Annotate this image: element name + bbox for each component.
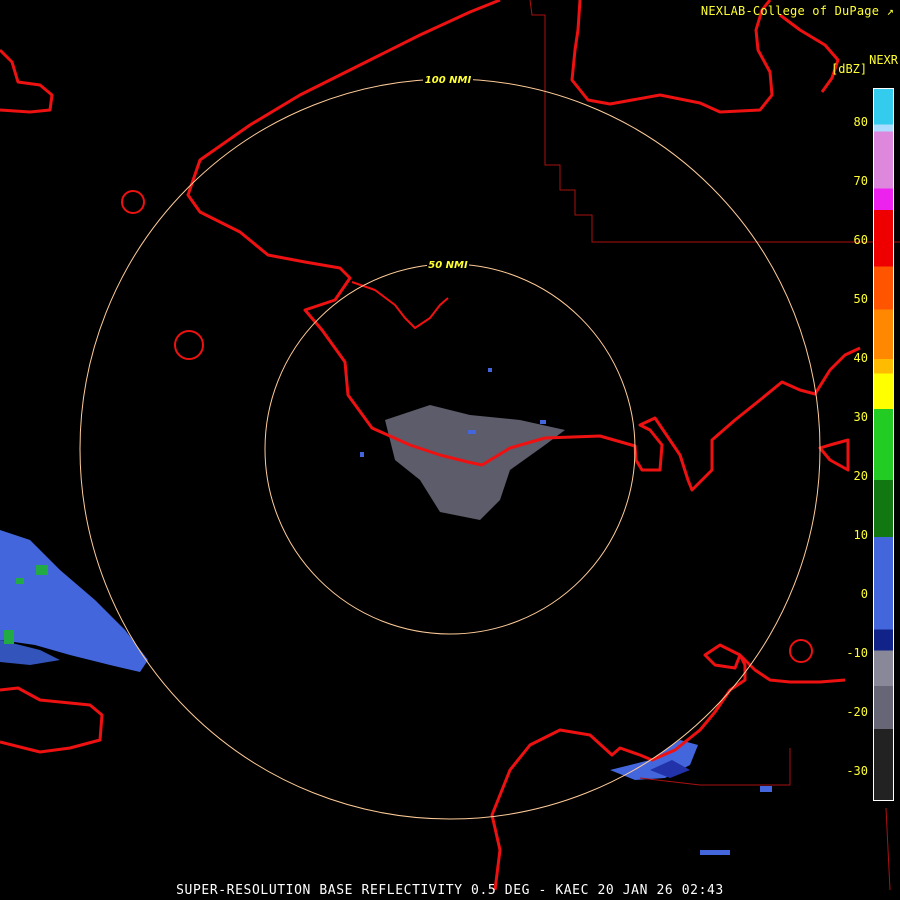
radar-map: 100 NMI 50 NMI — [0, 0, 900, 891]
coastline-ne-2 — [779, 13, 840, 93]
radar-display: 100 NMI 50 NMI NEXLAB-College of DuPage … — [0, 0, 900, 900]
legend-tick: 70 — [853, 174, 868, 188]
legend-tick: -20 — [846, 705, 868, 719]
legend-tick: 40 — [853, 351, 868, 365]
county-boundaries — [529, 0, 900, 891]
credit-text: NEXLAB-College of DuPage — [700, 4, 880, 18]
coastline-east — [818, 438, 850, 472]
legend-tick: 10 — [853, 528, 868, 542]
coastline-southwest — [0, 686, 104, 754]
product-caption: SUPER-RESOLUTION BASE REFLECTIVITY 0.5 D… — [176, 883, 724, 898]
legend-tick: 60 — [853, 233, 868, 247]
legend-tick: 0 — [860, 587, 868, 601]
credit-link[interactable]: NEXLAB-College of DuPage ↗ — [701, 4, 894, 18]
legend-tick: -10 — [846, 646, 868, 660]
legend-tick: 30 — [853, 410, 868, 424]
legend-tick: 50 — [853, 292, 868, 306]
range-ring-labels: 100 NMI 50 NMI — [423, 74, 473, 271]
echo-southeast — [610, 740, 772, 855]
units-label: [dBZ] — [831, 62, 868, 76]
product-label: NEXR — [869, 53, 898, 67]
external-link-icon: ↗ — [886, 4, 894, 18]
echo-layer — [0, 368, 772, 855]
range-ring-label-100: 100 NMI — [425, 75, 472, 86]
echo-west — [0, 530, 148, 672]
color-scale-bar — [873, 88, 894, 801]
legend-tick: -30 — [846, 764, 868, 778]
range-ring-label-50: 50 NMI — [428, 260, 468, 271]
legend-tick: 20 — [853, 469, 868, 483]
coastline-south-spur — [703, 643, 742, 670]
coastline-bay — [351, 281, 449, 329]
coastline-west-island — [0, 48, 54, 114]
legend-tick: 80 — [853, 115, 868, 129]
